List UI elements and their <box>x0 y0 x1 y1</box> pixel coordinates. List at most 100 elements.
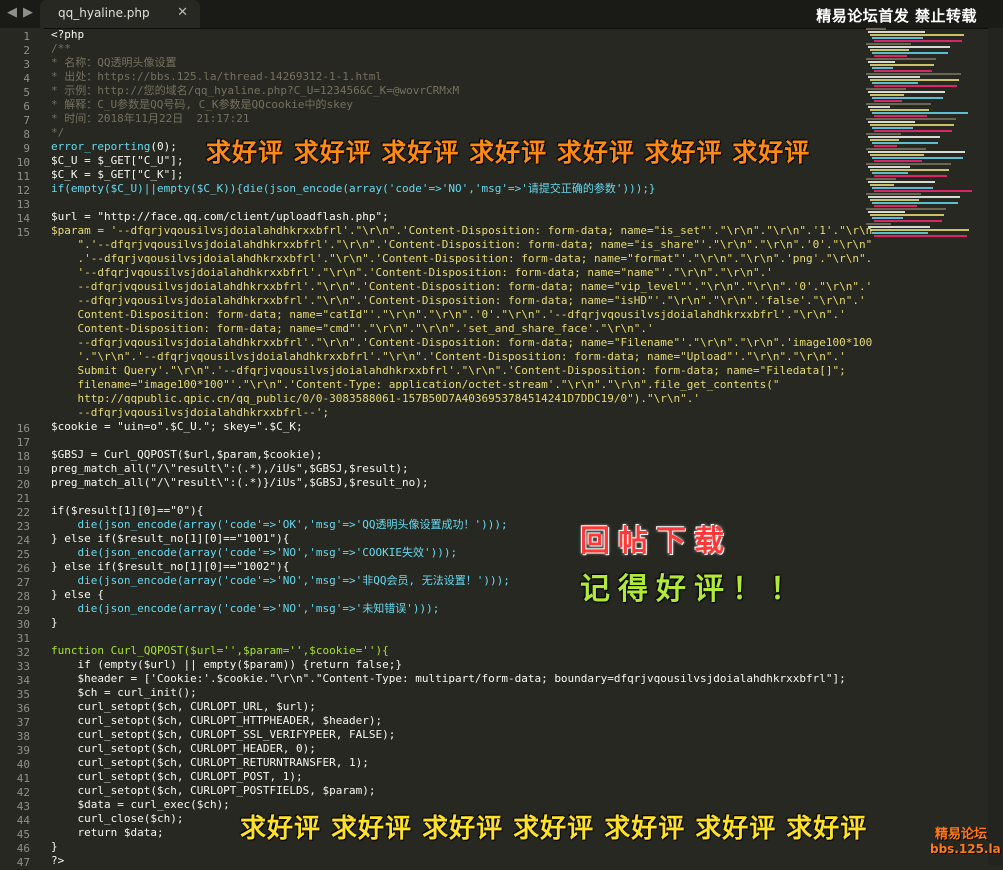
forward-icon[interactable]: ▶ <box>20 4 36 22</box>
code-line: --dfqrjvqousilvsjdoialahdhkrxxbfrl'."\r\… <box>51 294 866 307</box>
minimap-line <box>868 121 915 123</box>
logo-title: 精易论坛 <box>934 827 987 842</box>
minimap-line <box>866 208 946 210</box>
code-line: filename="image100*100"'."\r\n".'Content… <box>51 378 780 391</box>
close-icon[interactable]: ✕ <box>177 5 188 20</box>
minimap-line <box>870 169 949 171</box>
minimap-line <box>866 73 961 75</box>
code-line: $header = ['Cookie:'.$cookie."\r\n"."Con… <box>51 672 846 685</box>
minimap-line <box>872 142 938 144</box>
line-number: 35 <box>16 688 30 701</box>
minimap-line <box>868 76 920 78</box>
line-number: 44 <box>16 814 30 827</box>
line-number: 28 <box>16 590 30 603</box>
minimap-line <box>868 211 905 213</box>
promo-overlay-remember: 记得好评！！ <box>580 572 808 607</box>
code-line: function Curl_QQPOST($url='',$param='',$… <box>51 644 389 657</box>
code-line: die(json_encode(array('code'=>'NO','msg'… <box>51 602 440 615</box>
line-number: 20 <box>16 478 30 491</box>
code-line: preg_match_all("/\"result\":(.*)}/iUs",$… <box>51 476 429 489</box>
code-line: die(json_encode(array('code'=>'NO','msg'… <box>51 546 458 559</box>
line-number: 22 <box>16 506 30 519</box>
minimap-line <box>874 100 902 102</box>
line-number: 7 <box>23 114 30 127</box>
code-line: preg_match_all("/\"result\":(.*),/iUs",$… <box>51 462 409 475</box>
code-token: (0); <box>150 140 177 153</box>
minimap-line <box>868 181 935 183</box>
back-icon[interactable]: ◀ <box>4 4 20 22</box>
minimap-line <box>870 94 904 96</box>
code-line: $cookie = "uin=o".$C_U."; skey=".$C_K; <box>51 420 303 433</box>
tab-title: qq_hyaline.php <box>58 6 150 20</box>
code-line: Content-Disposition: form-data; name="ca… <box>51 308 846 321</box>
code-line: die(json_encode(array('code'=>'OK','msg'… <box>51 518 508 531</box>
minimap-line <box>872 172 908 174</box>
minimap-line <box>870 109 929 111</box>
line-number: 40 <box>16 758 30 771</box>
minimap-line <box>870 214 944 216</box>
code-line: $param = '--dfqrjvqousilvsjdoialahdhkrxx… <box>51 224 873 237</box>
minimap-line <box>870 229 969 231</box>
code-line: Content-Disposition: form-data; name="cm… <box>51 322 654 335</box>
minimap-line <box>874 160 922 162</box>
minimap-line <box>870 139 899 141</box>
code-line: http://qqpublic.qpic.cn/qq_public/0/0-30… <box>51 392 701 405</box>
line-number: 42 <box>16 786 30 799</box>
line-number: 14 <box>16 212 30 225</box>
code-line: } <box>51 616 58 629</box>
code-line: if(empty($C_U)||empty($C_K)){die(json_en… <box>51 182 656 195</box>
watermark-banner: 精易论坛首发 禁止转载 <box>816 7 977 25</box>
code-line: '--dfqrjvqousilvsjdoialahdhkrxxbfrl'."\r… <box>51 266 773 279</box>
code-line: error_reporting(0); <box>51 140 177 154</box>
code-line: --dfqrjvqousilvsjdoialahdhkrxxbfrl'."\r\… <box>51 280 873 293</box>
code-line: curl_setopt($ch, CURLOPT_POST, 1); <box>51 770 303 783</box>
minimap-line <box>870 199 919 201</box>
minimap-line <box>868 166 910 168</box>
minimap-line <box>868 46 950 48</box>
code-line: --dfqrjvqousilvsjdoialahdhkrxxbfrl--'; <box>51 406 330 419</box>
minimap-line <box>868 226 930 228</box>
minimap[interactable] <box>866 28 978 248</box>
line-number: 9 <box>23 142 30 155</box>
minimap-line <box>874 235 967 237</box>
line-number: 38 <box>16 730 30 743</box>
line-number: 16 <box>16 422 30 435</box>
code-line: <?php <box>51 28 85 41</box>
code-line: if (empty($url) || empty($param)) {retur… <box>51 658 402 671</box>
minimap-line <box>872 217 903 219</box>
line-number: 15 <box>16 226 30 239</box>
line-number: 21 <box>16 492 30 505</box>
minimap-line <box>872 82 918 84</box>
minimap-line <box>866 178 896 180</box>
code-line: curl_setopt($ch, CURLOPT_RETURNTRANSFER,… <box>51 756 369 769</box>
minimap-line <box>868 61 895 63</box>
minimap-line <box>872 187 933 189</box>
line-number: 17 <box>16 436 30 449</box>
code-line: $C_U = $_GET["C_U"]; <box>51 154 184 167</box>
code-line: curl_setopt($ch, CURLOPT_SSL_VERIFYPEER,… <box>51 728 396 741</box>
minimap-line <box>874 175 947 177</box>
line-number: 25 <box>16 548 30 561</box>
minimap-line <box>872 127 913 129</box>
minimap-line <box>866 118 956 120</box>
line-number: 26 <box>16 562 30 575</box>
minimap-line <box>866 58 936 60</box>
code-line: $ch = curl_init(); <box>51 686 197 699</box>
minimap-line <box>872 97 943 99</box>
minimap-line <box>874 190 972 192</box>
minimap-line <box>868 31 925 33</box>
minimap-line <box>872 52 948 54</box>
promo-overlay-top: 求好评 求好评 求好评 求好评 求好评 求好评 求好评 <box>206 138 811 167</box>
code-line: die(json_encode(array('code'=>'NO','msg'… <box>51 574 510 587</box>
line-number: 39 <box>16 744 30 757</box>
code-line: * 时间：2018年11月22日 21:17:21 <box>51 112 250 125</box>
line-number: 46 <box>16 842 30 855</box>
minimap-line <box>872 37 923 39</box>
line-number: 24 <box>16 534 30 547</box>
vertical-scrollbar[interactable] <box>988 28 1003 866</box>
minimap-line <box>872 232 928 234</box>
line-number: 6 <box>23 100 30 113</box>
minimap-line <box>870 34 964 36</box>
tab-qq-hyaline[interactable]: qq_hyaline.php ✕ <box>40 0 200 28</box>
promo-overlay-reply: 回帖下载 <box>580 524 732 559</box>
